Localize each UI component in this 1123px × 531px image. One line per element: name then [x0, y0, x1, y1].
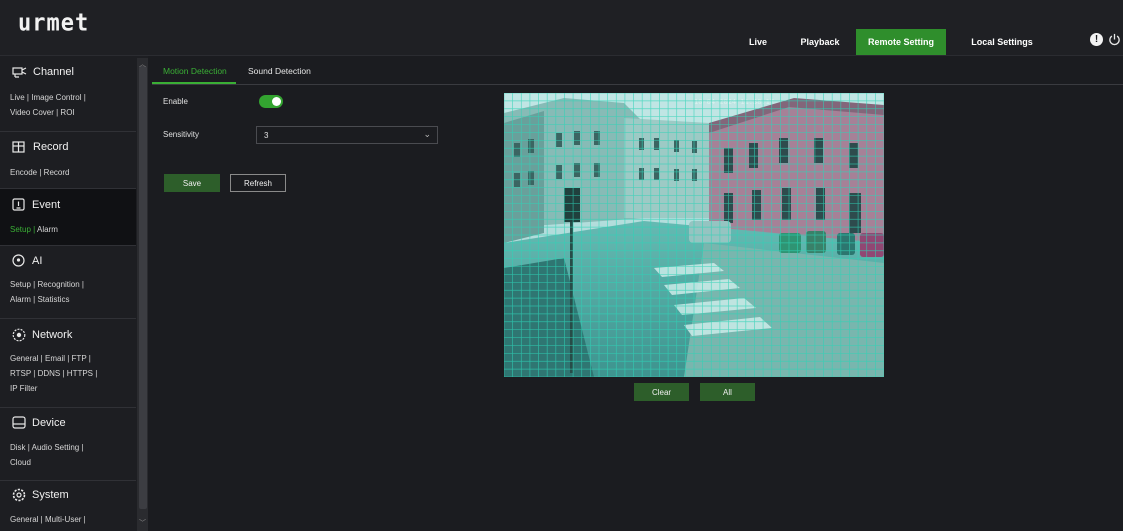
scroll-down-arrow-icon[interactable]: ﹀	[137, 519, 148, 529]
link-https[interactable]: HTTPS |	[67, 369, 98, 378]
nav-remote-setting[interactable]: Remote Setting	[856, 29, 946, 55]
sidebar-section-ai: AI Setup | Recognition | Alarm | Statist…	[0, 246, 136, 318]
link-ai-setup[interactable]: Setup |	[10, 280, 35, 289]
sidebar-heading-label: Channel	[33, 66, 74, 78]
link-live[interactable]: Live |	[10, 93, 29, 102]
sidebar-links: Setup | Alarm	[10, 222, 58, 237]
active-tab-indicator	[152, 82, 236, 84]
link-image-control[interactable]: Image Control |	[31, 93, 86, 102]
tab-sound-detection[interactable]: Sound Detection	[248, 66, 311, 76]
sensitivity-value: 3	[264, 131, 269, 140]
sidebar-section-device: Device Disk | Audio Setting | Cloud	[0, 408, 136, 480]
top-bar: urmet Live Playback Remote Setting Local…	[0, 0, 1123, 56]
chevron-down-icon: ⌄	[423, 129, 431, 139]
sidebar-section-event: Event Setup | Alarm	[0, 189, 136, 245]
sidebar-heading-device[interactable]: Device	[12, 416, 66, 429]
sidebar-section-network: Network General | Email | FTP | RTSP | D…	[0, 319, 136, 407]
sidebar-heading-ai[interactable]: AI	[12, 254, 42, 267]
nav-live[interactable]: Live	[743, 29, 773, 55]
link-video-cover[interactable]: Video Cover |	[10, 108, 58, 117]
nav-playback[interactable]: Playback	[795, 29, 845, 55]
link-ddns[interactable]: DDNS |	[38, 369, 65, 378]
brand-logo: urmet	[18, 9, 90, 38]
link-multi-user[interactable]: Multi-User |	[45, 515, 86, 524]
clear-button[interactable]: Clear	[634, 383, 689, 401]
scroll-up-arrow-icon[interactable]: ︿	[137, 60, 148, 70]
sidebar-scroll-thumb[interactable]	[139, 66, 147, 509]
event-icon	[12, 198, 25, 211]
link-general[interactable]: General |	[10, 354, 43, 363]
sensitivity-select[interactable]: 3 ⌄	[256, 126, 438, 144]
ai-icon	[12, 254, 25, 267]
link-record[interactable]: Record	[44, 168, 70, 177]
sidebar-links: General | Multi-User |	[10, 512, 86, 527]
sidebar-heading-label: System	[32, 489, 69, 501]
sidebar-links: Disk | Audio Setting | Cloud	[10, 440, 84, 470]
link-setup-active[interactable]: Setup |	[10, 225, 35, 234]
system-icon	[12, 488, 26, 502]
info-icon[interactable]: !	[1090, 33, 1103, 46]
sidebar-section-channel: Channel Live | Image Control | Video Cov…	[0, 56, 136, 117]
channel-icon	[12, 66, 27, 78]
sidebar-links: Setup | Recognition | Alarm | Statistics	[10, 277, 84, 307]
sidebar-heading-label: Record	[33, 141, 69, 153]
link-encode[interactable]: Encode |	[10, 168, 41, 177]
link-email[interactable]: Email |	[45, 354, 69, 363]
sidebar-section-system: System General | Multi-User |	[0, 481, 136, 531]
link-ip-filter[interactable]: IP Filter	[10, 384, 37, 393]
record-icon	[12, 141, 25, 153]
all-button[interactable]: All	[700, 383, 755, 401]
tab-motion-detection[interactable]: Motion Detection	[163, 66, 227, 76]
refresh-button[interactable]: Refresh	[230, 174, 286, 192]
sidebar-section-record: Record Encode | Record	[0, 132, 136, 188]
sidebar-heading-channel[interactable]: Channel	[12, 66, 74, 78]
link-cloud[interactable]: Cloud	[10, 458, 31, 467]
link-ftp[interactable]: FTP |	[72, 354, 91, 363]
sensitivity-label: Sensitivity	[163, 130, 200, 139]
sidebar-links: Encode | Record	[10, 165, 69, 180]
link-roi[interactable]: ROI	[60, 108, 74, 117]
sidebar-heading-record[interactable]: Record	[12, 141, 68, 153]
enable-toggle[interactable]	[259, 95, 283, 108]
link-rtsp[interactable]: RTSP |	[10, 369, 35, 378]
sidebar-heading-label: Network	[32, 329, 73, 341]
power-icon[interactable]	[1108, 33, 1121, 46]
sidebar-heading-label: Device	[32, 416, 66, 429]
link-statistics[interactable]: Statistics	[37, 295, 69, 304]
save-button[interactable]: Save	[164, 174, 220, 192]
camera-preview[interactable]: 10-04-2024 11:38:17	[504, 93, 884, 377]
network-icon	[12, 328, 26, 342]
nav-local-settings[interactable]: Local Settings	[957, 29, 1047, 55]
toggle-knob	[272, 97, 281, 106]
enable-label: Enable	[163, 97, 188, 106]
link-disk[interactable]: Disk |	[10, 443, 30, 452]
sidebar-heading-system[interactable]: System	[12, 488, 69, 502]
link-ai-alarm[interactable]: Alarm |	[10, 295, 35, 304]
camera-scene: 10-04-2024 11:38:17	[504, 93, 884, 377]
sidebar-heading-event[interactable]: Event	[12, 198, 60, 211]
sidebar-heading-network[interactable]: Network	[12, 328, 72, 342]
link-alarm[interactable]: Alarm	[37, 225, 58, 234]
sidebar-links: Live | Image Control | Video Cover | ROI	[10, 90, 86, 120]
sidebar-heading-label: AI	[32, 254, 43, 267]
tab-bar-line	[152, 84, 1123, 85]
link-system-general[interactable]: General |	[10, 515, 43, 524]
link-recognition[interactable]: Recognition |	[37, 280, 84, 289]
sidebar-heading-label: Event	[32, 198, 61, 211]
link-audio-setting[interactable]: Audio Setting |	[32, 443, 84, 452]
device-icon	[12, 416, 26, 429]
sidebar-links: General | Email | FTP | RTSP | DDNS | HT…	[10, 351, 97, 396]
